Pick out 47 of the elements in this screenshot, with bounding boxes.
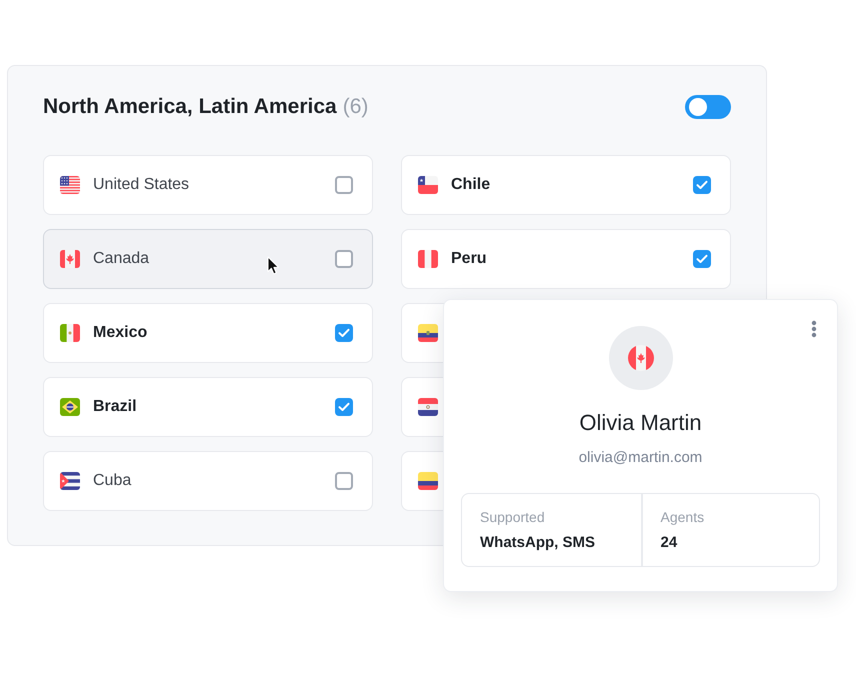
country-name: United States (93, 175, 190, 195)
stat-value: 24 (660, 533, 678, 553)
selected-count: (6) (342, 94, 368, 120)
checkbox[interactable] (335, 324, 353, 342)
country-option[interactable]: United States (43, 155, 373, 215)
canada-flag-icon (628, 345, 654, 371)
checkbox[interactable] (335, 472, 353, 490)
checkbox[interactable] (335, 250, 353, 268)
country-option[interactable]: Peru (401, 229, 731, 289)
country-name: Mexico (93, 323, 148, 343)
paraguay-flag-icon (418, 398, 438, 416)
country-option[interactable]: Brazil (43, 377, 373, 437)
region-title: North America, Latin America (43, 94, 337, 120)
brazil-flag-icon (60, 398, 80, 416)
check-icon (696, 180, 708, 190)
country-option[interactable]: Canada (43, 229, 373, 289)
stat-value: WhatsApp, SMS (480, 533, 595, 553)
check-icon (696, 254, 708, 264)
checkbox[interactable] (693, 176, 711, 194)
checkbox[interactable] (335, 398, 353, 416)
chile-flag-icon (418, 176, 438, 194)
country-option[interactable]: Mexico (43, 303, 373, 363)
checkbox[interactable] (693, 250, 711, 268)
canada-flag-icon (60, 250, 80, 268)
country-name: Brazil (93, 397, 137, 417)
country-name: Canada (93, 249, 150, 269)
peru-flag-icon (418, 250, 438, 268)
colombia-flag-icon (418, 472, 438, 490)
mexico-flag-icon (60, 324, 80, 342)
stat-label: Supported (480, 508, 545, 526)
stat-label: Agents (660, 508, 704, 526)
mouse-cursor-icon (267, 256, 280, 275)
country-name: Cuba (93, 471, 132, 491)
check-icon (338, 402, 350, 412)
country-name: Chile (451, 175, 490, 195)
country-option[interactable]: Chile (401, 155, 731, 215)
united-states-flag-icon (60, 176, 80, 194)
country-name: Peru (451, 249, 487, 269)
ecuador-flag-icon (418, 324, 438, 342)
more-options-icon[interactable] (811, 320, 817, 338)
cuba-flag-icon (60, 472, 80, 490)
contact-email: olivia@martin.com (578, 448, 702, 468)
contact-name: Olivia Martin (579, 409, 702, 437)
checkbox[interactable] (335, 176, 353, 194)
toggle-switch[interactable] (685, 95, 731, 119)
check-icon (338, 328, 350, 338)
country-option[interactable]: Cuba (43, 451, 373, 511)
